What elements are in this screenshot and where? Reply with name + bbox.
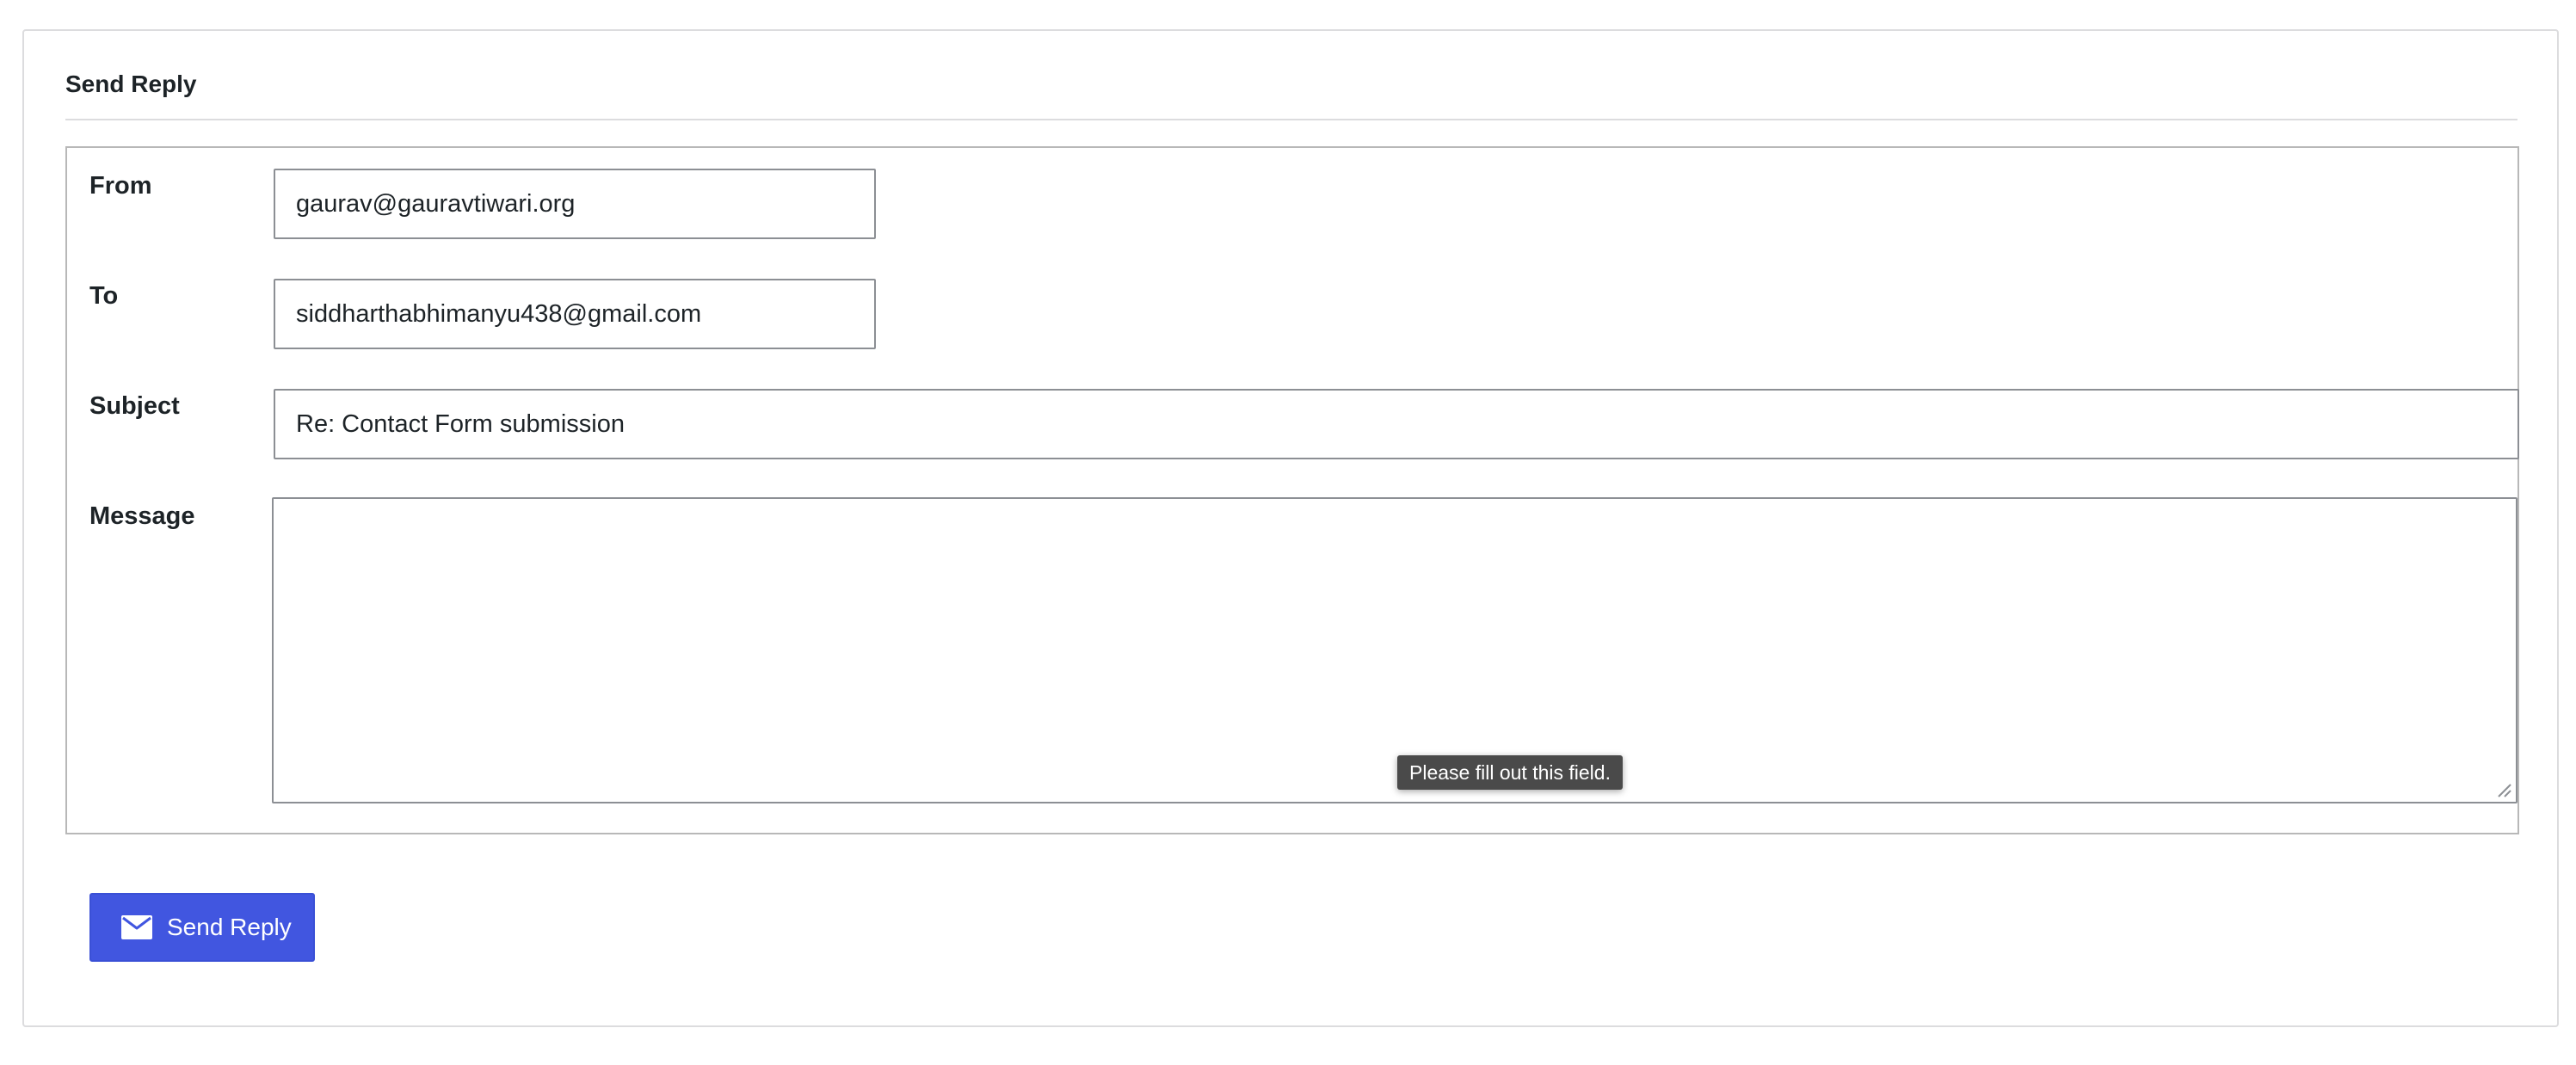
- send-reply-panel: Send Reply From To Subject Message Send …: [22, 29, 2559, 1027]
- to-input[interactable]: [274, 279, 876, 349]
- message-textarea[interactable]: [272, 497, 2517, 803]
- panel-divider: [65, 119, 2517, 120]
- validation-tooltip: Please fill out this field.: [1397, 755, 1623, 790]
- from-input[interactable]: [274, 169, 876, 239]
- send-reply-button[interactable]: Send Reply: [89, 893, 315, 962]
- subject-label: Subject: [89, 392, 180, 420]
- to-label: To: [89, 282, 119, 310]
- panel-title: Send Reply: [65, 71, 197, 97]
- subject-input[interactable]: [274, 389, 2519, 459]
- envelope-icon: [121, 915, 152, 939]
- reply-form: From To Subject Message: [65, 146, 2519, 834]
- message-label: Message: [89, 502, 195, 530]
- resize-handle-icon[interactable]: [2495, 781, 2512, 798]
- send-reply-label: Send Reply: [167, 914, 292, 940]
- from-label: From: [89, 172, 152, 200]
